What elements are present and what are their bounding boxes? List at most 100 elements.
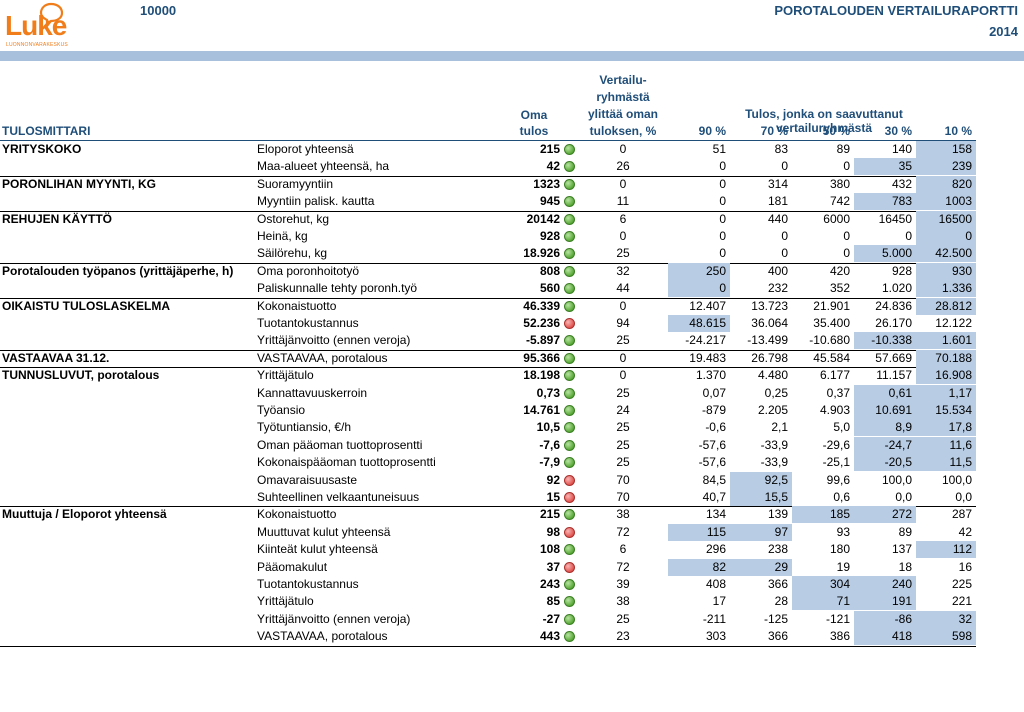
col-header-tulosmittari: TULOSMITTARI: [2, 124, 91, 138]
logo-subtitle: LUONNONVARAKESKUS: [6, 42, 68, 48]
row-vertailu-pct: 94: [616, 316, 630, 330]
row-value-p10: 221: [951, 594, 972, 609]
status-green-icon: [564, 161, 575, 173]
row-vertailu-pct: 0: [619, 229, 627, 243]
row-value-p50: 0: [843, 246, 850, 261]
row-value-p70: 28: [774, 594, 788, 609]
col-header-oma-tulos: Oma tulos: [514, 107, 554, 139]
row-vertailu-pct: 38: [616, 594, 630, 609]
row-value-p10: 1.336: [916, 280, 976, 298]
row-value-p90: 0: [719, 159, 726, 174]
col-header-pct-50: 50 %: [822, 124, 850, 138]
row-oma-tulos: -7,9: [539, 455, 560, 470]
table-row: VASTAAVAA, porotalous 443 23 303 366 386 418 59…: [0, 628, 976, 647]
status-green-icon: [564, 544, 575, 556]
row-value-p90: 0: [719, 211, 726, 226]
row-value-p70: 366: [767, 577, 788, 591]
row-vertailu-pct: 25: [616, 437, 630, 452]
row-value-p70: 92,5: [730, 471, 792, 489]
row-value-p30: -10.338: [854, 332, 916, 350]
row-value-p70: -13.499: [747, 333, 788, 348]
table-row: Tuotantokustannus 243 39 408 366 304 240 225: [0, 576, 976, 593]
status-green-icon: [564, 352, 575, 364]
row-value-p30: 35: [854, 158, 916, 176]
row-value-p10: 930: [916, 262, 976, 280]
row-value-p50: 0: [843, 159, 850, 174]
status-green-icon: [564, 335, 575, 347]
row-value-p30: 57.669: [875, 350, 912, 365]
row-value-p90: 1.370: [695, 368, 726, 383]
table-row: VASTAAVAA 31.12. VASTAAVAA, porotalous 95.…: [0, 349, 976, 369]
row-vertailu-pct: 0: [619, 368, 627, 383]
table-row: Porotalouden työpanos (yrittäjäperhe, h)…: [0, 262, 976, 280]
row-vertailu-pct: 44: [616, 281, 630, 296]
row-value-p30: 272: [854, 506, 916, 524]
row-value-p70: 13.723: [751, 298, 788, 313]
row-value-p90: 303: [705, 629, 726, 644]
table-row: Säilörehu, kg 18.926 25 0 0 0 5.000 42.500: [0, 245, 976, 264]
row-value-p70: 4.480: [757, 368, 788, 383]
row-value-p30: 137: [891, 542, 912, 557]
row-value-p70: 0: [781, 246, 788, 261]
row-value-p90: 115: [668, 523, 730, 541]
row-value-p50: 89: [836, 142, 850, 156]
row-value-p70: 238: [767, 542, 788, 557]
row-value-p70: 29: [730, 558, 792, 576]
row-value-p50: -121: [825, 611, 850, 626]
row-value-p10: 0: [916, 228, 976, 245]
row-value-p70: 0: [781, 229, 788, 243]
row-value-p90: 250: [668, 262, 730, 280]
row-value-p90: -24.217: [685, 333, 726, 348]
row-value-p10: 1003: [916, 193, 976, 211]
row-value-p90: 84,5: [702, 472, 726, 487]
row-oma-tulos: 1323: [533, 176, 560, 191]
row-category: [2, 280, 252, 297]
row-value-p30: 10.691: [854, 402, 916, 419]
row-value-p70: 440: [767, 211, 788, 226]
row-value-p50: 45.584: [813, 350, 850, 365]
table-row: Muuttuvat kulut yhteensä 98 72 115 97 93 89 42: [0, 523, 976, 541]
status-green-icon: [564, 405, 575, 416]
luke-logo: Luke LUONNONVARAKESKUS: [4, 2, 68, 48]
row-category: [2, 437, 252, 454]
row-category: [2, 559, 252, 576]
row-value-p50: 5,0: [833, 420, 850, 435]
row-value-p10: 16: [958, 559, 972, 574]
col-header-oma-line2: tulos: [519, 124, 549, 138]
row-category: [2, 385, 252, 402]
row-value-p70: 36.064: [751, 316, 788, 330]
row-value-p10: 32: [916, 610, 976, 628]
row-vertailu-pct: 0: [619, 142, 627, 156]
row-category: YRITYSKOKO: [2, 142, 82, 156]
row-value-p30: 418: [854, 628, 916, 646]
row-value-p10: 70.188: [916, 349, 976, 367]
status-green-icon: [564, 231, 575, 242]
row-value-p10: 0,0: [955, 490, 972, 504]
row-value-p90: 0: [719, 194, 726, 209]
row-category: VASTAAVAA 31.12.: [2, 350, 110, 365]
row-value-p70: 232: [767, 281, 788, 296]
row-value-p10: 28.812: [916, 297, 976, 315]
row-value-p10: 42: [958, 524, 972, 539]
row-value-p10: 17,8: [916, 419, 976, 437]
row-value-p50: 19: [836, 559, 850, 574]
row-value-p90: -57,6: [698, 455, 726, 470]
row-value-p10: 11,5: [916, 454, 976, 472]
row-value-p30: 240: [854, 576, 916, 593]
row-category: Muuttuja / Eloporot yhteensä: [2, 507, 167, 522]
row-oma-tulos: 20142: [526, 211, 560, 226]
row-oma-tulos: 560: [539, 281, 560, 296]
row-oma-tulos: 243: [539, 577, 560, 591]
row-oma-tulos: 92: [546, 472, 560, 487]
row-value-p50: 380: [829, 176, 850, 191]
row-value-p30: 1.020: [881, 281, 912, 296]
row-value-p30: 928: [891, 263, 912, 278]
table-row: Suhteellinen velkaantuneisuus 15 70 40,7 15,…: [0, 489, 976, 508]
row-value-p30: 783: [854, 193, 916, 211]
status-green-icon: [564, 457, 575, 469]
row-category: [2, 489, 252, 506]
row-category: [2, 158, 252, 175]
status-green-icon: [564, 178, 575, 190]
row-oma-tulos: 18.198: [523, 368, 560, 383]
row-oma-tulos: 945: [539, 194, 560, 209]
